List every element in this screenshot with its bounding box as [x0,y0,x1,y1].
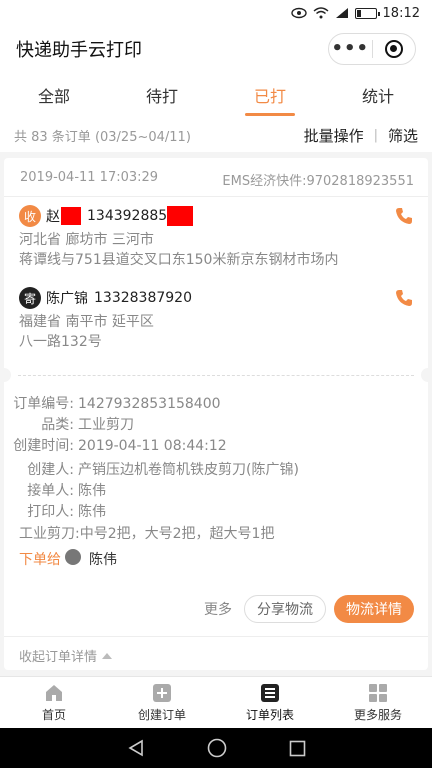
status-bar: 18:12 [0,0,432,26]
eye-icon [290,7,307,19]
detail-label: 创建时间: [13,438,74,454]
category: 工业剪刀 [78,417,134,433]
nav-create-order[interactable]: 创建订单 [108,677,216,728]
receiver-name: 赵 [46,209,60,225]
app-title: 快递助手云打印 [16,40,142,61]
receiver-address-1: 河北省 廊坊市 三河市 [19,232,154,248]
tab-printed[interactable]: 已打 [216,72,324,118]
nav-home[interactable]: 首页 [0,677,108,728]
receiver-badge: 收 [19,205,41,227]
assign-label: 下单给 [19,552,61,568]
share-logistics-button[interactable]: 分享物流 [244,595,326,623]
miniprogram-capsule: ••• [328,33,416,65]
more-menu-button[interactable]: ••• [329,34,372,64]
back-icon[interactable] [127,739,145,757]
target-icon [384,40,403,58]
phone-call-icon[interactable] [394,206,414,226]
detail-label: 接单人: [27,483,74,499]
order-header: 2019-04-11 17:03:29 EMS经济快件:970281892355… [20,170,414,189]
redaction-box [167,206,194,226]
more-dots-icon: ••• [331,38,369,59]
detail-label: 品类: [41,417,74,433]
plus-square-icon [153,683,171,702]
sender-block: 寄 陈广锦 13328387920 福建省 南平市 延平区 八一路132号 [19,286,414,352]
nav-more-services[interactable]: 更多服务 [324,677,432,728]
order-note: 工业剪刀:中号2把，大号2把，超大号1把 [19,526,275,542]
batch-operation-button[interactable]: 批量操作 [304,125,364,146]
sender-phone: 13328387920 [94,290,192,306]
receiver-address-2: 蒋谭线与751县道交叉口东150米新京东钢材市场内 [19,252,339,268]
collapse-details-toggle[interactable]: 收起订单详情 [19,646,113,665]
more-button[interactable]: 更多 [200,599,236,619]
filter-button[interactable]: 筛选 [388,125,418,146]
sender-address-1: 福建省 南平市 延平区 [19,314,154,330]
order-details: 订单编号: 1427932853158400 品类: 工业剪刀 创建时间: 2019-… [4,394,414,457]
sender-name: 陈广锦 [46,291,88,307]
sender-badge: 寄 [19,287,41,309]
printer-person: 陈伟 [78,504,106,520]
collapse-label: 收起订单详情 [19,650,98,665]
app-header: 快递助手云打印 ••• [0,26,432,72]
summary-bar: 共 83 条订单 (03/25~04/11) 批量操作 | 筛选 [0,118,432,152]
detail-label: 打印人: [27,504,74,520]
order-count: 共 83 条订单 (03/25~04/11) [14,129,191,145]
nav-order-list[interactable]: 订单列表 [216,677,324,728]
caret-up-icon [102,652,113,659]
redaction-box [61,207,81,225]
detail-label: 订单编号: [13,396,74,412]
receiver-block: 收 赵 134392885 河北省 廊坊市 三河市 蒋谭线与751县道交叉口东1… [19,204,414,270]
status-time: 18:12 [382,5,420,21]
assign-name: 陈伟 [89,552,117,568]
nav-label: 首页 [41,707,66,722]
bottom-nav: 首页 创建订单 订单列表 更多服务 [0,676,432,728]
nav-label: 创建订单 [137,707,186,722]
order-people: 创建人: 产销压边机卷筒机铁皮剪刀(陈广锦) 接单人: 陈伟 打印人: 陈伟 [4,460,414,523]
tracking-number: EMS经济快件:9702818923551 [222,174,414,189]
order-datetime: 2019-04-11 17:03:29 [20,170,159,185]
home-circle-icon[interactable] [207,738,227,758]
nav-label: 订单列表 [245,707,294,722]
recents-icon[interactable] [289,740,306,757]
tab-pending[interactable]: 待打 [108,72,216,118]
order-card: 2019-04-11 17:03:29 EMS经济快件:970281892355… [0,158,432,670]
receiver-phone: 134392885 [87,208,168,224]
assign-row: 下单给 陈伟 [19,549,117,569]
list-icon [261,683,279,702]
order-number: 1427932853158400 [78,396,221,412]
order-actions: 更多 分享物流 物流详情 [200,595,414,623]
sender-address-2: 八一路132号 [19,334,102,350]
wifi-icon [313,7,328,19]
creator: 产销压边机卷筒机铁皮剪刀(陈广锦) [78,462,299,478]
phone-call-icon[interactable] [394,288,414,308]
grid-icon [369,683,387,702]
home-icon [46,684,62,701]
logistics-detail-button[interactable]: 物流详情 [334,595,414,623]
detail-label: 创建人: [27,462,74,478]
tab-stats[interactable]: 统计 [324,72,432,118]
nav-label: 更多服务 [353,707,402,722]
signal-icon [335,8,348,18]
avatar [65,549,81,565]
battery-icon [354,7,380,19]
created-time: 2019-04-11 08:44:12 [78,438,227,454]
system-nav-bar [0,728,432,768]
tab-all[interactable]: 全部 [0,72,108,118]
close-miniprogram-button[interactable] [373,34,416,64]
order-tabs: 全部 待打 已打 统计 [0,72,432,118]
receiver-person: 陈伟 [78,483,106,499]
